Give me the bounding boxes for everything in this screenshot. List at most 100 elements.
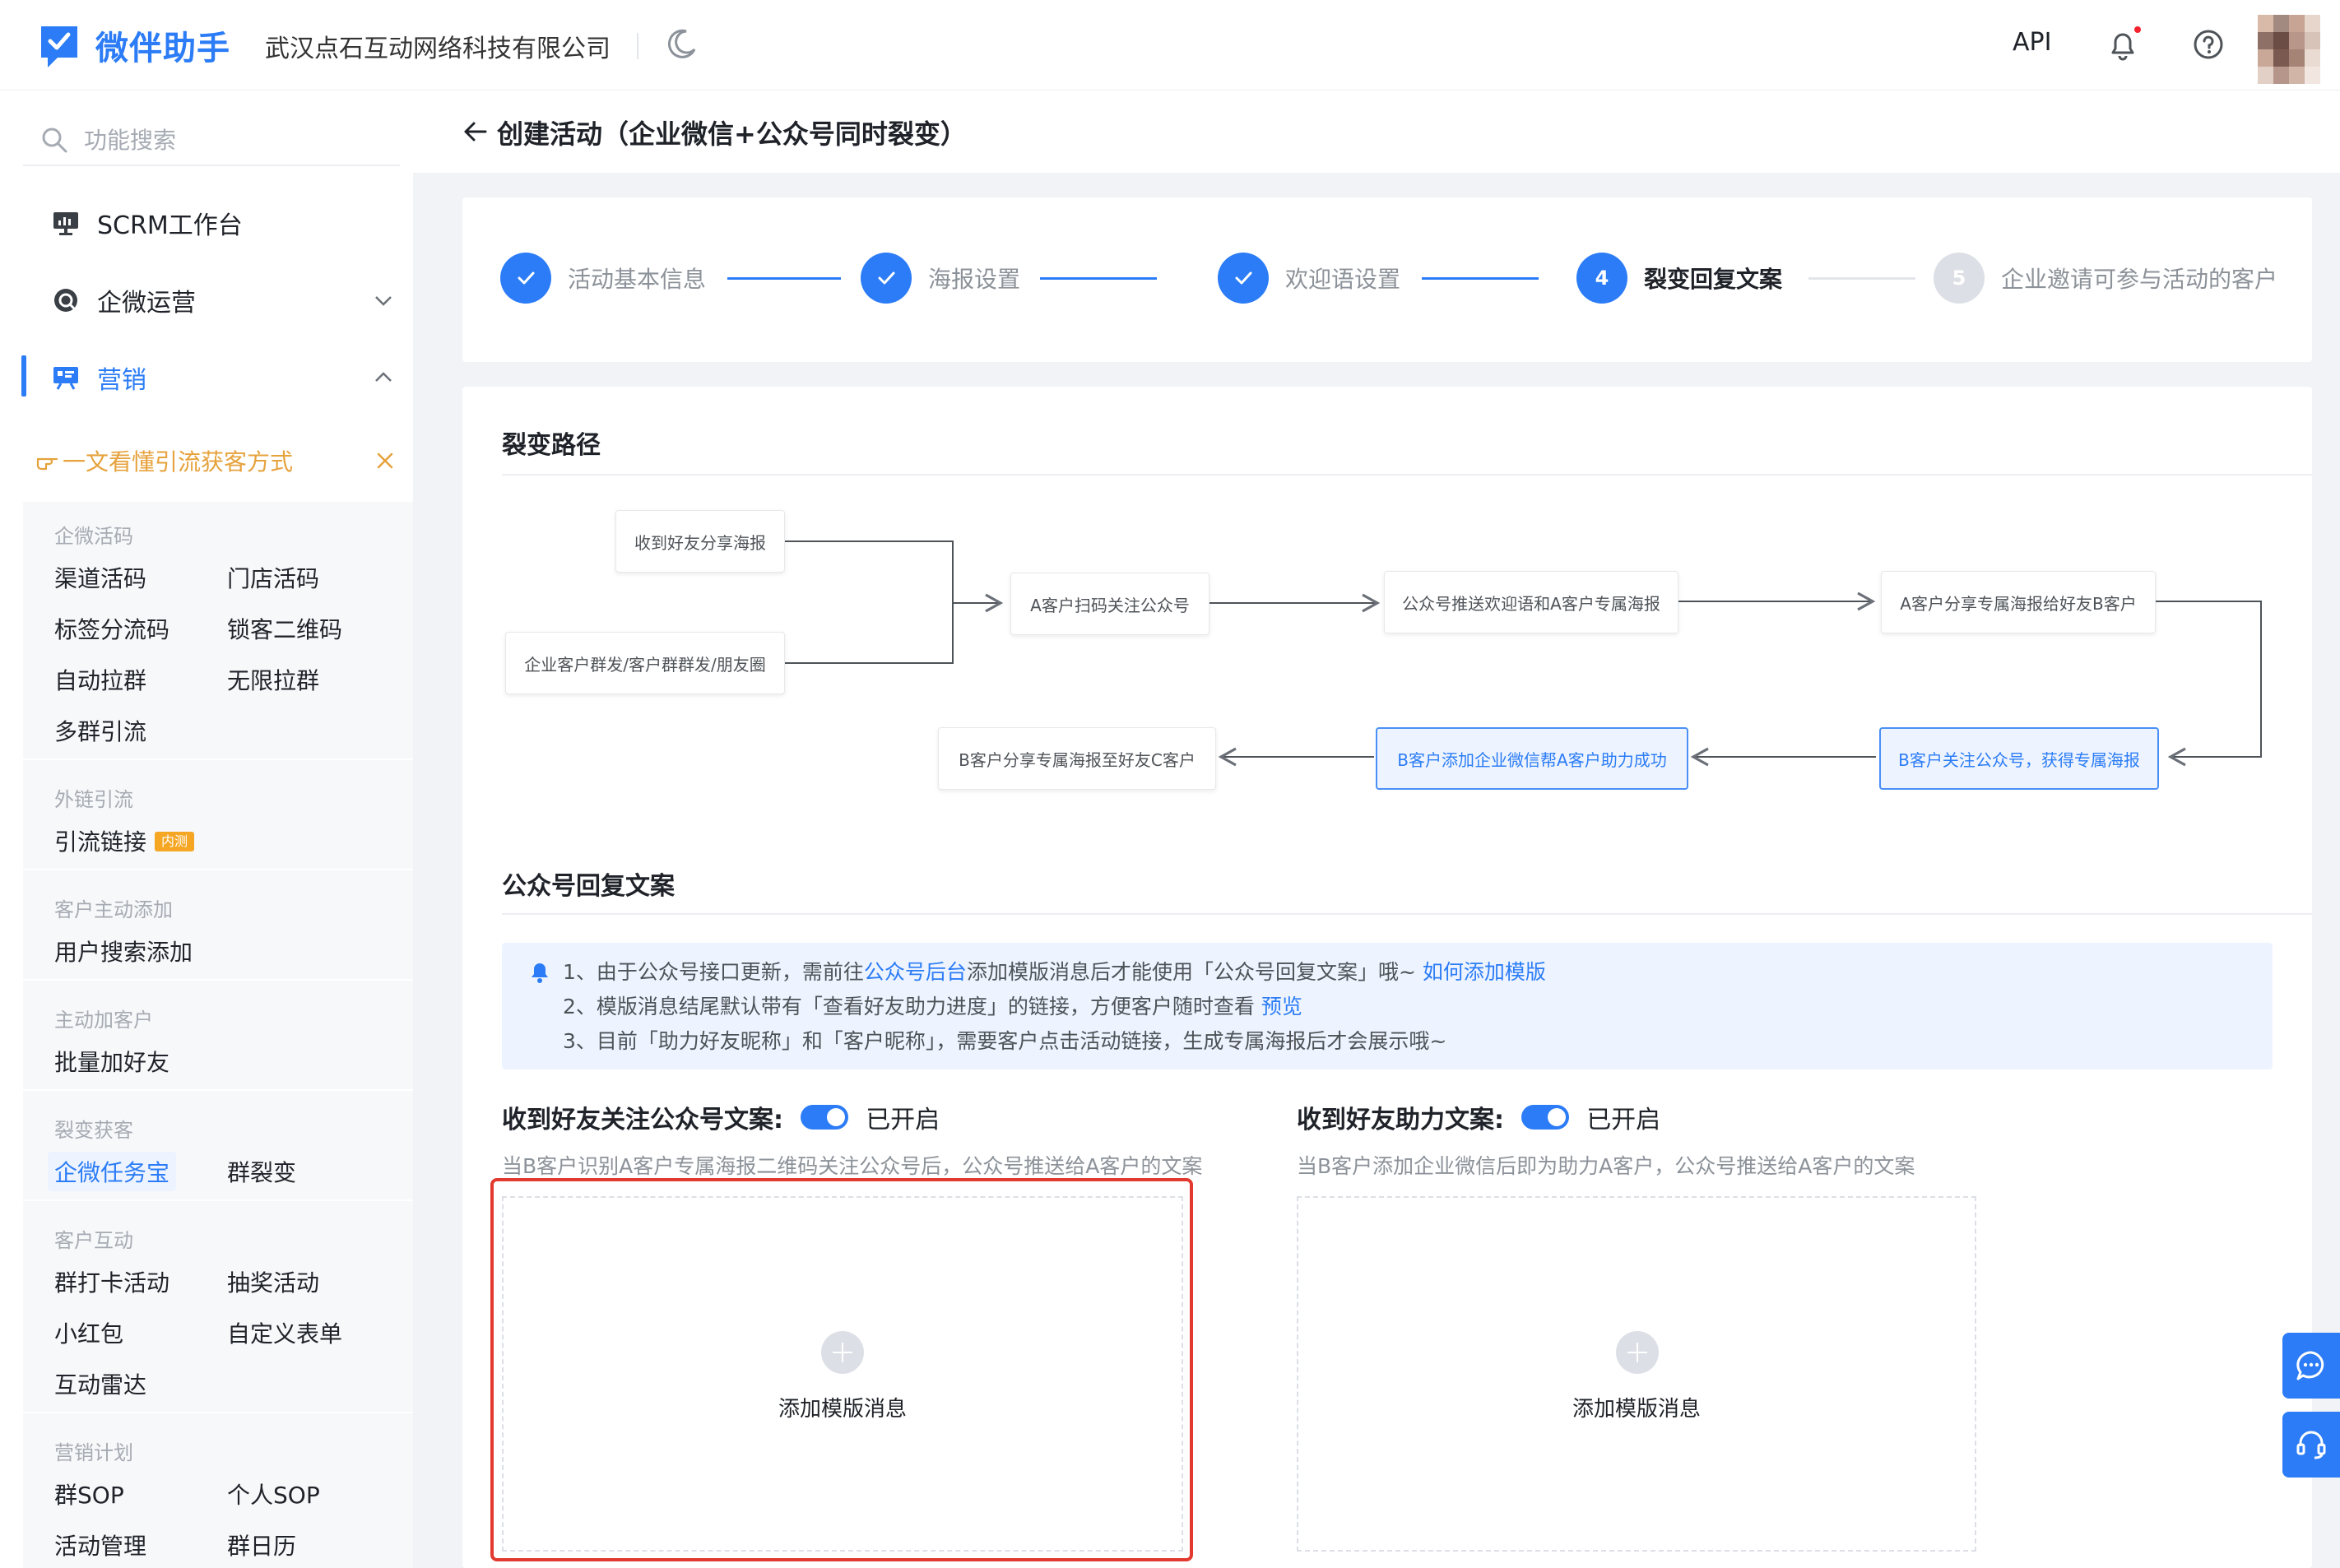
menu-item-unlimited-group[interactable]: 无限拉群 bbox=[227, 663, 319, 696]
reply-title: 收到好友助力文案: bbox=[1297, 1106, 1504, 1134]
flow-node: 企业客户群发/客户群群发/朋友圈 bbox=[505, 632, 785, 694]
chevron-up-icon bbox=[375, 372, 392, 382]
search-input[interactable] bbox=[84, 122, 380, 158]
menu-item-personal-sop[interactable]: 个人SOP bbox=[227, 1478, 320, 1510]
mp-backend-link[interactable]: 公众号后台 bbox=[864, 960, 967, 984]
highlight-frame bbox=[490, 1178, 1193, 1561]
group-title: 客户主动添加 bbox=[54, 898, 173, 921]
sidebar-item-label: SCRM工作台 bbox=[97, 211, 243, 240]
menu-item-channel-code[interactable]: 渠道活码 bbox=[54, 561, 146, 594]
flow-node: 公众号推送欢迎语和A客户专属海报 bbox=[1384, 571, 1678, 633]
promo-text: 一文看懂引流获客方式 bbox=[63, 448, 294, 476]
section-title-flow: 裂变路径 bbox=[502, 431, 601, 460]
step-label: 裂变回复文案 bbox=[1644, 266, 1783, 293]
company-name[interactable]: 武汉点石互动网络科技有限公司 bbox=[265, 28, 611, 64]
sidebar-item-scrm[interactable]: SCRM工作台 bbox=[23, 193, 413, 253]
step-label: 欢迎语设置 bbox=[1285, 266, 1401, 293]
menu-item-custom-form[interactable]: 自定义表单 bbox=[227, 1316, 342, 1349]
notice-line-1: 1、由于公众号接口更新，需前往公众号后台添加模版消息后才能使用「公众号回复文案」… bbox=[563, 956, 1546, 986]
menu-item-radar[interactable]: 互动雷达 bbox=[54, 1367, 146, 1400]
menu-item-store-code[interactable]: 门店活码 bbox=[227, 561, 319, 594]
page-title: 创建活动（企业微信+公众号同时裂变） bbox=[497, 118, 967, 150]
bell-icon bbox=[532, 963, 548, 983]
menu-item-multi-group[interactable]: 多群引流 bbox=[54, 714, 146, 747]
how-to-add-template-link[interactable]: 如何添加模版 bbox=[1423, 960, 1546, 984]
step-1[interactable]: 活动基本信息 bbox=[500, 252, 706, 304]
sidebar-item-label: 企微运营 bbox=[97, 289, 196, 318]
search-icon bbox=[42, 128, 67, 153]
notice-text: 添加模版消息后才能使用「公众号回复文案」哦~ bbox=[966, 960, 1423, 984]
flow-node-highlight: B客户添加企业微信帮A客户助力成功 bbox=[1376, 727, 1688, 790]
group-divider bbox=[23, 869, 413, 870]
preview-link[interactable]: 预览 bbox=[1261, 995, 1302, 1018]
menu-item-task-treasure[interactable]: 企微任务宝 bbox=[48, 1152, 177, 1191]
menu-item-lock-qr[interactable]: 锁客二维码 bbox=[227, 612, 342, 645]
logo-icon bbox=[41, 26, 77, 67]
reply-description: 当B客户添加企业微信后即为助力A客户，公众号推送给A客户的文案 bbox=[1297, 1154, 1915, 1178]
menu-item-label: 引流链接 bbox=[54, 828, 147, 856]
steps-bar: 活动基本信息 海报设置 欢迎语设置 4 裂变回复文案 5 企业邀请可参与活动的客… bbox=[462, 197, 2312, 362]
group-divider bbox=[23, 979, 413, 981]
close-icon[interactable] bbox=[372, 448, 398, 474]
step-2[interactable]: 海报设置 bbox=[861, 252, 1020, 304]
menu-item-auto-group[interactable]: 自动拉群 bbox=[54, 663, 146, 696]
menu-item-user-search[interactable]: 用户搜索添加 bbox=[54, 935, 193, 967]
add-template-label: 添加模版消息 bbox=[1572, 1397, 1701, 1422]
flow-node: 收到好友分享海报 bbox=[615, 510, 785, 573]
avatar[interactable] bbox=[2258, 15, 2320, 84]
section-title-reply: 公众号回复文案 bbox=[502, 872, 675, 901]
check-icon bbox=[500, 253, 551, 304]
headset-icon bbox=[2296, 1431, 2326, 1459]
flow-node-highlight: B客户关注公众号，获得专属海报 bbox=[1879, 727, 2159, 790]
reply-assist-section: 收到好友助力文案: 已开启 当B客户添加企业微信后即为助力A客户，公众号推送给A… bbox=[1297, 1099, 1915, 1180]
beta-badge: 内测 bbox=[155, 832, 195, 851]
chat-float-button[interactable] bbox=[2282, 1333, 2340, 1399]
notification-dot bbox=[2134, 26, 2141, 33]
check-icon bbox=[861, 253, 912, 304]
step-3[interactable]: 欢迎语设置 bbox=[1218, 252, 1400, 304]
check-icon bbox=[1218, 253, 1269, 304]
step-label: 海报设置 bbox=[928, 266, 1021, 293]
flow-node: B客户分享专属海报至好友C客户 bbox=[938, 727, 1216, 790]
assist-reply-toggle[interactable] bbox=[1521, 1105, 1570, 1130]
step-number: 5 bbox=[1934, 253, 1985, 304]
follow-reply-toggle[interactable] bbox=[801, 1105, 849, 1130]
reply-title: 收到好友关注公众号文案: bbox=[502, 1106, 783, 1134]
help-icon[interactable] bbox=[2192, 28, 2225, 61]
group-title: 外链引流 bbox=[54, 788, 133, 811]
toggle-label: 已开启 bbox=[866, 1106, 940, 1134]
logo-text: 微伴助手 bbox=[95, 30, 230, 67]
menu-item-group-fission[interactable]: 群裂变 bbox=[227, 1155, 296, 1188]
moon-icon[interactable] bbox=[663, 26, 699, 63]
back-arrow-icon[interactable] bbox=[461, 117, 490, 146]
fission-flow-diagram: 收到好友分享海报 企业客户群发/客户群群发/朋友圈 A客户扫码关注公众号 公众号… bbox=[502, 494, 2287, 806]
step-4[interactable]: 4 裂变回复文案 bbox=[1576, 252, 1782, 304]
menu-item-checkin[interactable]: 群打卡活动 bbox=[54, 1265, 169, 1298]
menu-item-group-calendar[interactable]: 群日历 bbox=[227, 1529, 296, 1561]
menu-item-red-packet[interactable]: 小红包 bbox=[54, 1316, 123, 1349]
plus-icon bbox=[1616, 1331, 1659, 1374]
menu-item-group-sop[interactable]: 群SOP bbox=[54, 1478, 124, 1510]
sidebar-item-wecom-ops[interactable]: 企微运营 bbox=[23, 270, 413, 331]
step-number: 4 bbox=[1576, 253, 1627, 304]
group-title: 客户互动 bbox=[54, 1229, 133, 1252]
step-connector bbox=[727, 277, 841, 280]
menu-item-traffic-link[interactable]: 引流链接 内测 bbox=[54, 824, 195, 857]
add-template-right[interactable]: 添加模版消息 bbox=[1297, 1196, 1976, 1552]
reply-description: 当B客户识别A客户专属海报二维码关注公众号后，公众号推送给A客户的文案 bbox=[502, 1154, 1203, 1178]
menu-item-activity-mgmt[interactable]: 活动管理 bbox=[54, 1529, 146, 1561]
support-float-button[interactable] bbox=[2282, 1412, 2340, 1478]
sidebar-item-marketing[interactable]: 营销 bbox=[23, 347, 413, 408]
sidebar: SCRM工作台 企微运营 营销 一文看懂引流获客方式 bbox=[0, 90, 413, 1568]
step-label: 活动基本信息 bbox=[568, 266, 707, 293]
marketing-submenu: 企微活码 渠道活码 门店活码 标签分流码 锁客二维码 自动拉群 无限拉群 多群引… bbox=[23, 502, 413, 1568]
step-5[interactable]: 5 企业邀请可参与活动的客户 bbox=[1934, 252, 2277, 304]
group-title: 营销计划 bbox=[54, 1441, 133, 1464]
promo-banner[interactable]: 一文看懂引流获客方式 bbox=[23, 428, 413, 494]
group-title: 企微活码 bbox=[54, 525, 133, 548]
menu-item-lottery[interactable]: 抽奖活动 bbox=[227, 1265, 319, 1298]
menu-item-tag-code[interactable]: 标签分流码 bbox=[54, 612, 169, 645]
chevron-down-icon bbox=[375, 296, 392, 306]
api-link[interactable]: API bbox=[2013, 28, 2051, 57]
menu-item-batch-add[interactable]: 批量加好友 bbox=[54, 1045, 169, 1078]
